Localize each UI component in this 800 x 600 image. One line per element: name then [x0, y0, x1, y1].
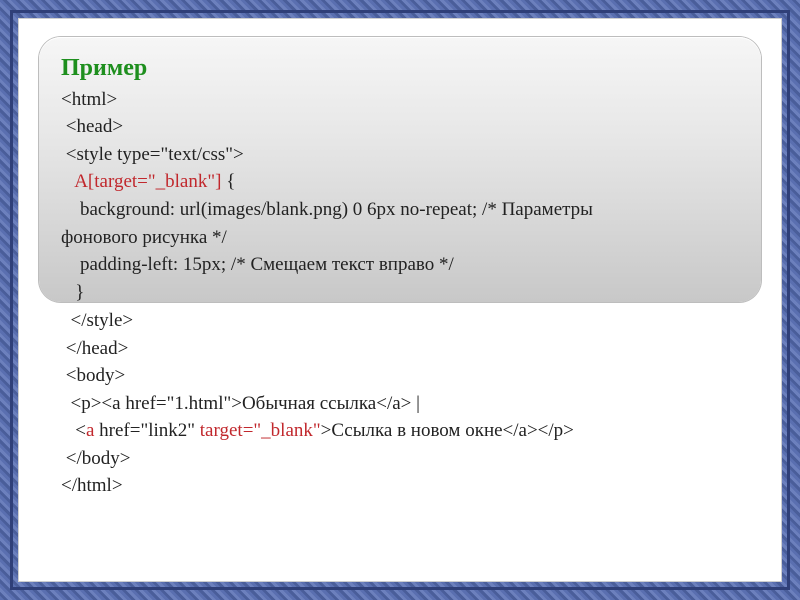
code-line: </body> [61, 448, 130, 469]
code-line: < [61, 420, 86, 441]
code-line: href="link2" [94, 420, 199, 441]
code-line: <body> [61, 365, 125, 386]
example-title: Пример [61, 55, 147, 81]
code-block-lower: </style> </head> <body> <p><a href="1.ht… [61, 307, 739, 500]
code-line: <style type="text/css"> [61, 144, 244, 165]
slide-frame: Пример <html> <head> <style type="text/c… [0, 0, 800, 600]
html-attr: target="_blank" [200, 420, 321, 441]
code-line: фонового рисунка */ [61, 227, 227, 248]
code-block-upper: Пример <html> <head> <style type="text/c… [61, 51, 739, 302]
code-line: <head> [61, 116, 123, 137]
code-line: >Ссылка в новом окне</a></p> [321, 420, 574, 441]
code-line: <p><a href="1.html">Обычная ссылка</a> | [61, 393, 425, 414]
code-line: { [221, 171, 235, 192]
css-selector: A[target="_blank"] [61, 171, 221, 192]
code-line: </head> [61, 338, 128, 359]
slide-page: Пример <html> <head> <style type="text/c… [18, 18, 782, 582]
code-line: background: url(images/blank.png) 0 6px … [61, 199, 593, 220]
code-line: </html> [61, 475, 123, 496]
example-card: Пример <html> <head> <style type="text/c… [39, 37, 761, 302]
code-line: } [61, 282, 84, 302]
code-line: </style> [61, 310, 133, 331]
code-line: <html> [61, 89, 117, 110]
code-line: padding-left: 15px; /* Смещаем текст впр… [61, 254, 454, 275]
